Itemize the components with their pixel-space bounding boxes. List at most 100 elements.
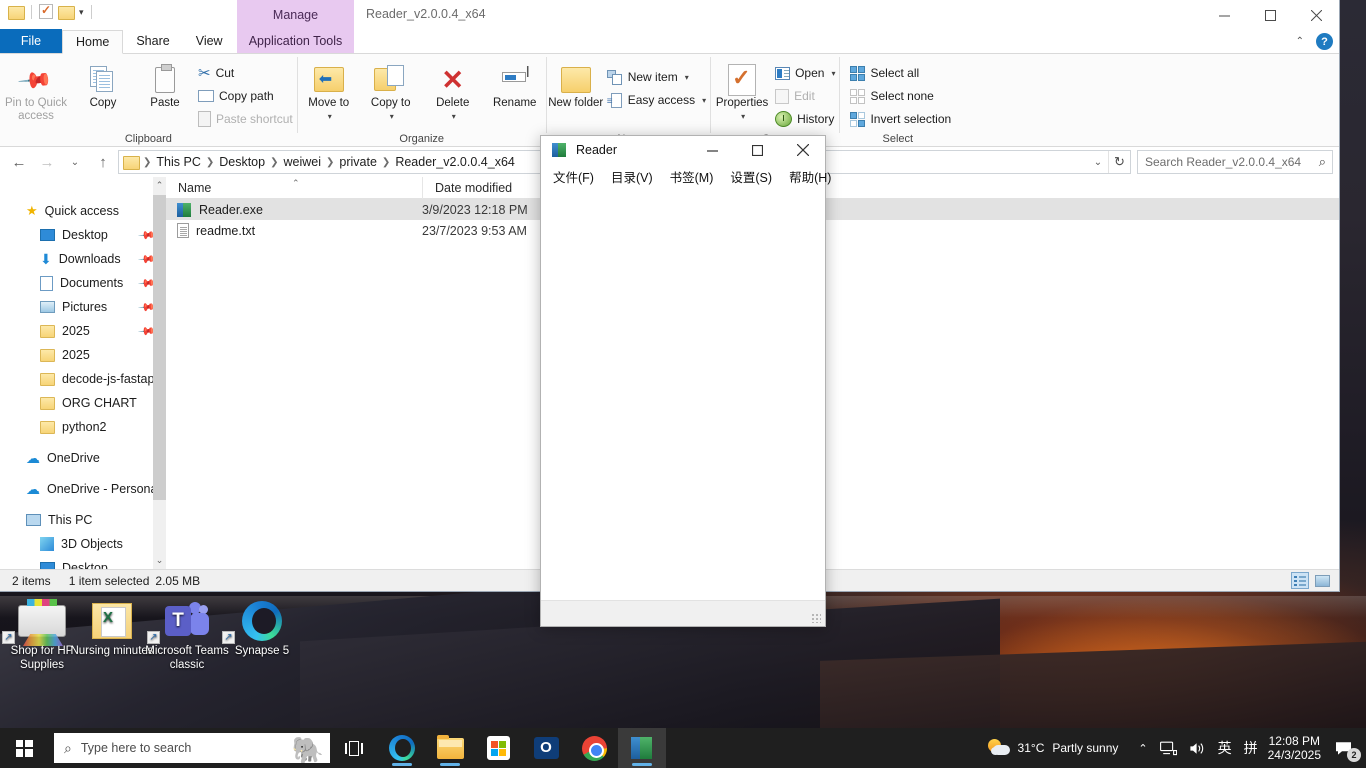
taskbar-item-google-chrome[interactable]	[570, 728, 618, 768]
tab-view[interactable]: View	[183, 29, 236, 53]
taskbar-search-box[interactable]: ⌕ Type here to search 🐘	[54, 733, 330, 763]
close-button[interactable]	[1293, 0, 1339, 30]
search-input[interactable]: Search Reader_v2.0.0.4_x64	[1145, 155, 1301, 169]
breadcrumb-private[interactable]: private	[336, 155, 380, 169]
taskbar-item-reader[interactable]	[618, 728, 666, 768]
scroll-up-arrow-icon[interactable]: ⌃	[153, 177, 166, 194]
breadcrumb-desktop[interactable]: Desktop	[216, 155, 268, 169]
breadcrumb-weiwei[interactable]: weiwei	[280, 155, 324, 169]
reader-minimize-button[interactable]	[690, 136, 735, 164]
weather-widget[interactable]: 31°C Partly sunny	[987, 739, 1133, 757]
desktop-icon-microsoft-teams-classic[interactable]: T ↗ Microsoft Teams classic	[145, 598, 229, 672]
chevron-down-icon[interactable]: ⌄	[1088, 157, 1108, 168]
refresh-button[interactable]: ↻	[1108, 151, 1130, 173]
sidebar-item-2025-pinned[interactable]: 2025 📌	[0, 319, 166, 343]
menu-item-help[interactable]: 帮助(H)	[787, 166, 833, 187]
new-folder-icon[interactable]	[58, 5, 75, 20]
sidebar-item-desktop-2[interactable]: Desktop	[0, 556, 166, 569]
paste-shortcut-button[interactable]: Paste shortcut	[196, 109, 297, 129]
menu-item-settings[interactable]: 设置(S)	[728, 166, 774, 187]
chevron-up-icon[interactable]: ⌃	[1296, 36, 1304, 47]
taskbar-item-outlook[interactable]: O	[522, 728, 570, 768]
desktop-icon-nursing-minutes[interactable]: X Nursing minutes	[70, 598, 154, 658]
taskbar-item-file-explorer[interactable]	[426, 728, 474, 768]
back-button[interactable]: ←	[6, 150, 32, 174]
cut-button[interactable]: ✂ Cut	[196, 63, 297, 83]
up-button[interactable]: ↑	[90, 150, 116, 174]
tray-overflow-button[interactable]: ⌃	[1132, 728, 1153, 768]
breadcrumb-current-folder[interactable]: Reader_v2.0.0.4_x64	[392, 155, 518, 169]
chevron-down-icon[interactable]: ▾	[328, 110, 332, 123]
chevron-down-icon[interactable]: ▾	[685, 73, 689, 82]
taskbar-item-microsoft-store[interactable]	[474, 728, 522, 768]
sidebar-item-python2[interactable]: python2	[0, 415, 166, 439]
paste-button[interactable]: Paste	[134, 59, 196, 110]
start-button[interactable]	[0, 728, 48, 768]
new-folder-button[interactable]: New folder	[547, 59, 605, 110]
navigation-pane-scrollbar[interactable]: ⌃ ⌄	[153, 177, 166, 569]
taskbar-item-microsoft-edge[interactable]	[378, 728, 426, 768]
delete-button[interactable]: ✕ Delete ▾	[422, 59, 484, 123]
thumbnail-view-icon[interactable]	[1313, 572, 1331, 589]
reader-maximize-button[interactable]	[735, 136, 780, 164]
move-to-button[interactable]: ⬅ Move to ▾	[298, 59, 360, 123]
scroll-down-arrow-icon[interactable]: ⌄	[153, 552, 166, 569]
details-view-icon[interactable]	[1291, 572, 1309, 589]
desktop-icon-synapse-5[interactable]: ↗ Synapse 5	[220, 598, 304, 658]
select-all-button[interactable]: Select all	[848, 63, 955, 83]
reader-content-area[interactable]	[541, 188, 825, 600]
sidebar-item-onedrive-personal[interactable]: ☁ OneDrive - Personal	[0, 477, 166, 501]
new-item-button[interactable]: New item ▾	[605, 67, 710, 87]
open-button[interactable]: Open ▾	[773, 63, 839, 83]
breadcrumb-this-pc[interactable]: This PC	[153, 155, 203, 169]
sidebar-item-org-chart[interactable]: ORG CHART	[0, 391, 166, 415]
easy-access-button[interactable]: ≡ Easy access ▾	[605, 90, 710, 110]
invert-selection-button[interactable]: Invert selection	[848, 109, 955, 129]
history-button[interactable]: History	[773, 109, 839, 129]
network-icon[interactable]	[1154, 728, 1183, 768]
resize-grip-icon[interactable]	[811, 613, 821, 623]
select-none-button[interactable]: Select none	[848, 86, 955, 106]
clock[interactable]: 12:08 PM 24/3/2025	[1264, 734, 1329, 762]
tab-application-tools[interactable]: Application Tools	[237, 29, 354, 53]
sidebar-item-onedrive[interactable]: ☁ OneDrive	[0, 446, 166, 470]
sidebar-item-downloads[interactable]: ⬇ Downloads 📌	[0, 247, 166, 271]
search-box[interactable]: Search Reader_v2.0.0.4_x64 ⌕	[1137, 150, 1333, 174]
sidebar-item-this-pc[interactable]: This PC	[0, 508, 166, 532]
tab-share[interactable]: Share	[123, 29, 182, 53]
menu-item-catalog[interactable]: 目录(V)	[609, 166, 655, 187]
maximize-button[interactable]	[1247, 0, 1293, 30]
customize-caret-icon[interactable]: ▾	[79, 5, 84, 19]
copy-button[interactable]: Copy	[72, 59, 134, 110]
task-view-button[interactable]	[330, 728, 378, 768]
sidebar-item-pictures[interactable]: Pictures 📌	[0, 295, 166, 319]
sidebar-item-documents[interactable]: Documents 📌	[0, 271, 166, 295]
copy-path-button[interactable]: Copy path	[196, 86, 297, 106]
copy-to-button[interactable]: Copy to ▾	[360, 59, 422, 123]
volume-icon[interactable]	[1183, 728, 1212, 768]
properties-button[interactable]: Properties ▾	[711, 59, 773, 123]
chevron-down-icon[interactable]: ▾	[831, 69, 835, 78]
help-icon[interactable]: ?	[1316, 33, 1333, 50]
menu-item-file[interactable]: 文件(F)	[551, 166, 596, 187]
chevron-down-icon[interactable]: ▾	[741, 110, 745, 123]
chevron-down-icon[interactable]: ▾	[702, 96, 706, 105]
chevron-down-icon[interactable]: ▾	[390, 110, 394, 123]
sidebar-item-decode-js-fastapi[interactable]: decode-js-fastapi	[0, 367, 166, 391]
ime-mode-indicator[interactable]: 拼	[1238, 728, 1264, 768]
sidebar-item-desktop[interactable]: Desktop 📌	[0, 223, 166, 247]
notification-center-button[interactable]: 2	[1329, 728, 1366, 768]
forward-button[interactable]: →	[34, 150, 60, 174]
pin-to-quick-access-button[interactable]: 📌 Pin to Quick access	[0, 59, 72, 123]
sidebar-item-3d-objects[interactable]: 3D Objects	[0, 532, 166, 556]
tab-file[interactable]: File	[0, 29, 62, 53]
sidebar-item-2025[interactable]: 2025	[0, 343, 166, 367]
scrollbar-thumb[interactable]	[153, 195, 166, 500]
rename-button[interactable]: I Rename	[484, 59, 546, 110]
edit-button[interactable]: Edit	[773, 86, 839, 106]
menu-item-bookmarks[interactable]: 书签(M)	[668, 166, 716, 187]
sidebar-item-quick-access[interactable]: ★ Quick access	[0, 199, 166, 223]
properties-icon[interactable]	[39, 3, 53, 19]
search-input[interactable]: Type here to search	[81, 741, 191, 755]
minimize-button[interactable]	[1201, 0, 1247, 30]
